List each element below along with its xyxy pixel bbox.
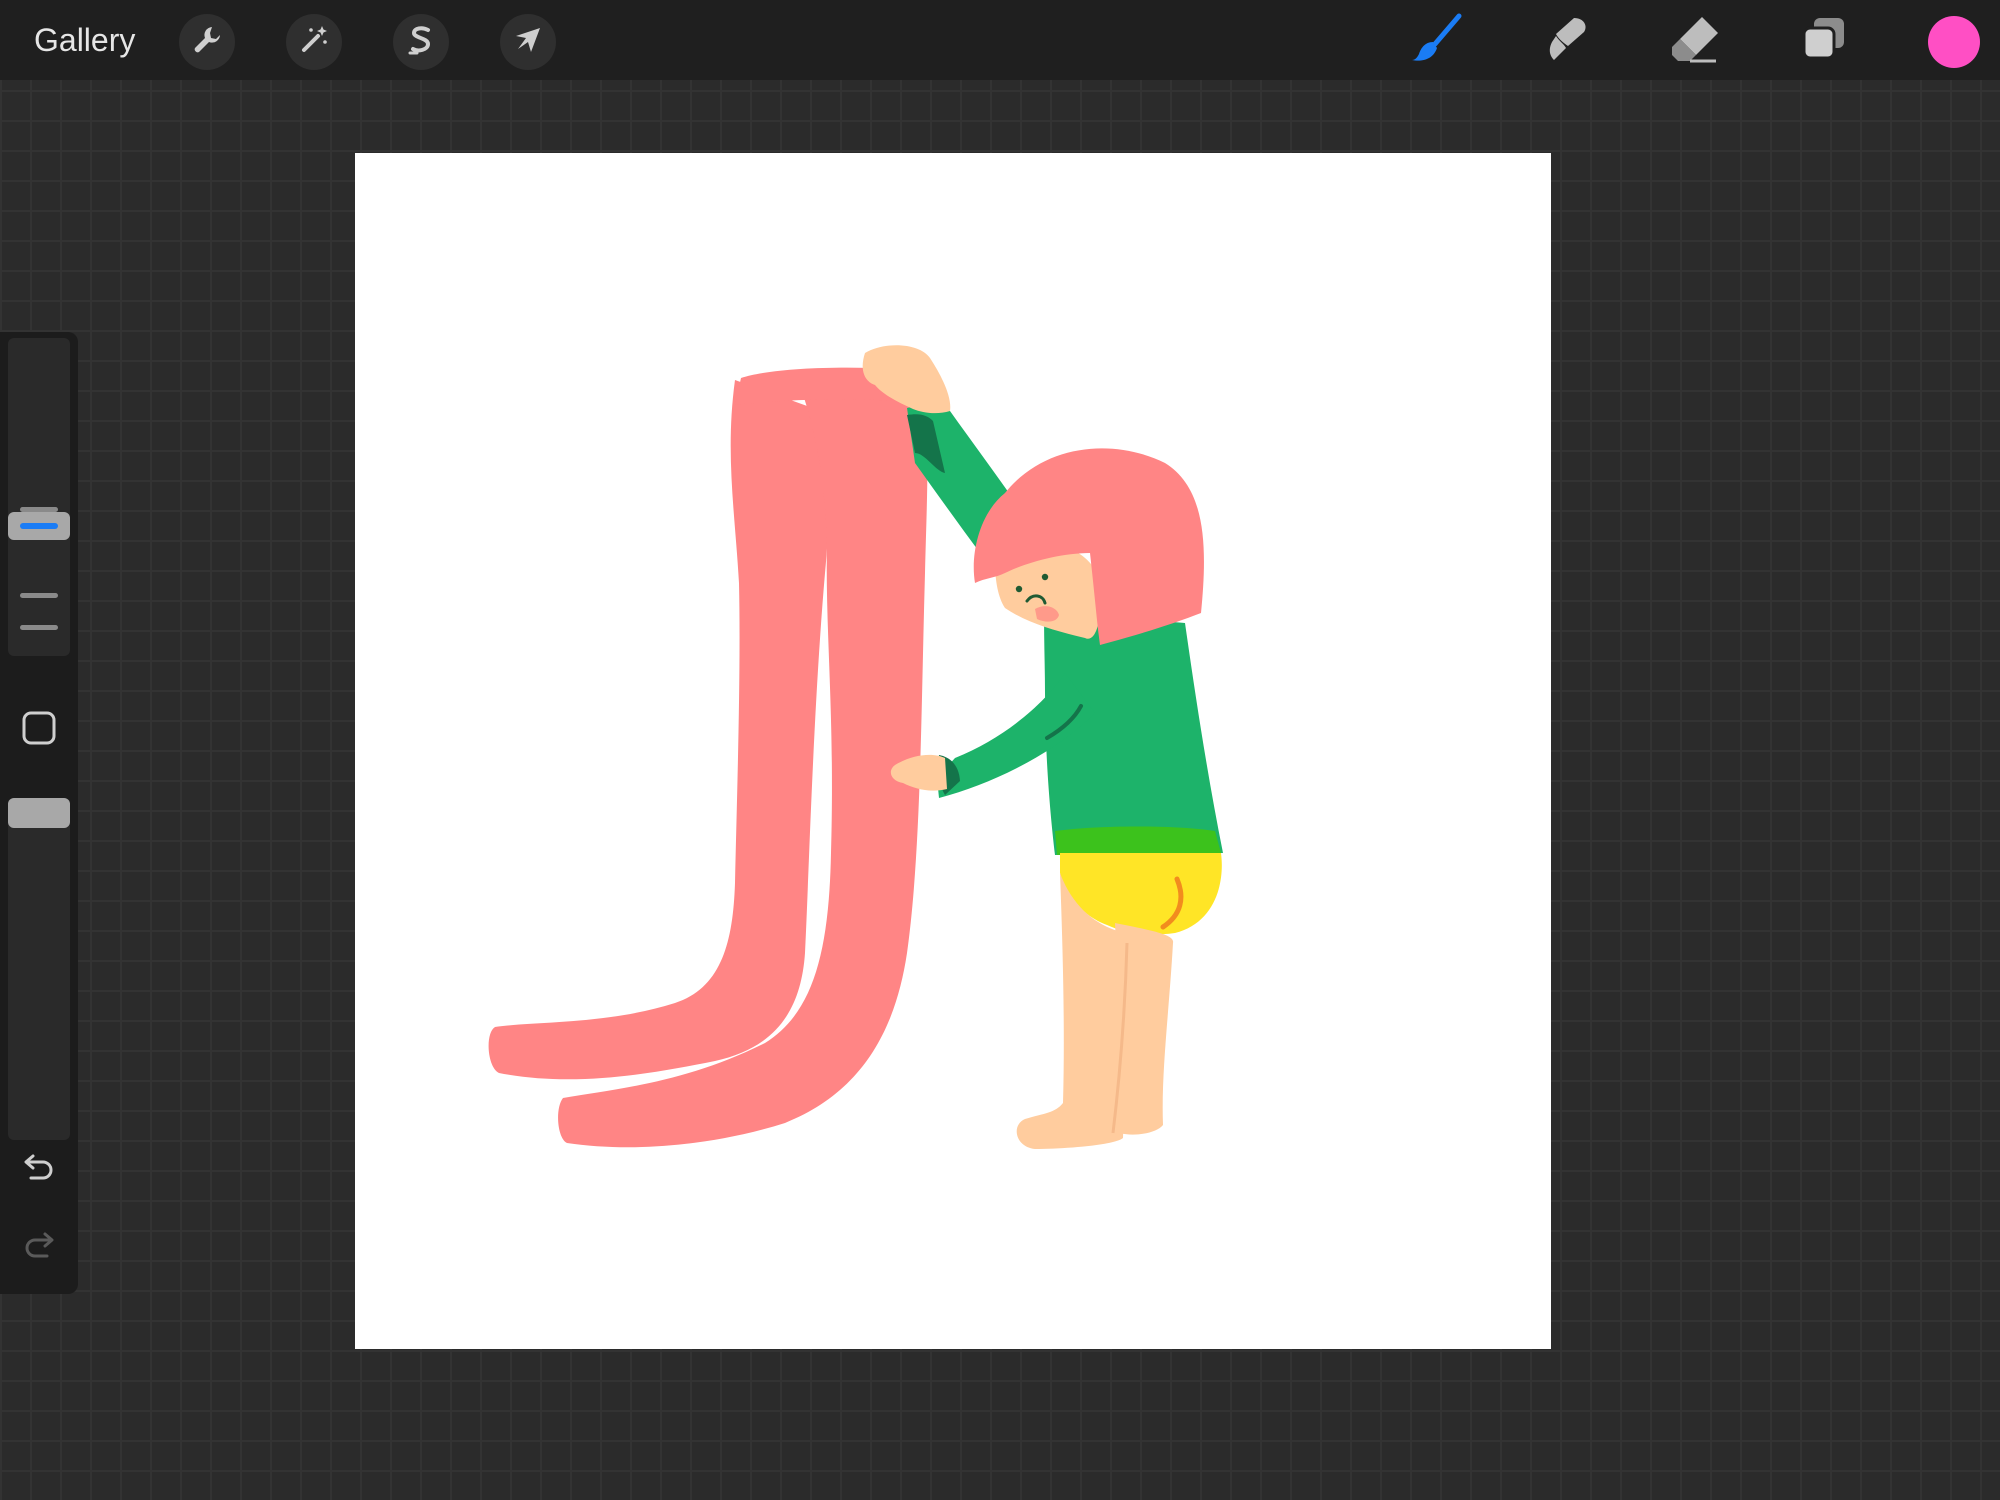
- layers-icon: [1798, 12, 1850, 69]
- arrow-cursor-icon: [511, 23, 545, 62]
- pants-back-leg: [488, 380, 829, 1080]
- brush-size-thumb[interactable]: [8, 512, 70, 540]
- color-picker-swatch[interactable]: [1928, 16, 1980, 68]
- redo-button[interactable]: [19, 1226, 59, 1266]
- undo-icon: [21, 1148, 57, 1189]
- right-eye: [1041, 573, 1049, 581]
- brush-size-slider[interactable]: [8, 338, 70, 656]
- smudge-icon: [1540, 12, 1592, 69]
- top-toolbar: Gallery: [0, 0, 2000, 80]
- gallery-button[interactable]: Gallery: [34, 20, 135, 60]
- slider-tick: [20, 625, 58, 630]
- adjustments-button[interactable]: [286, 14, 342, 70]
- waistband: [1055, 826, 1221, 855]
- magic-wand-icon: [297, 23, 331, 62]
- wrench-icon: [190, 23, 224, 62]
- left-sidebar: [0, 332, 78, 1294]
- brush-size-indicator: [20, 523, 58, 529]
- square-modify-icon: [21, 710, 57, 751]
- artwork-illustration: [488, 345, 1223, 1149]
- redo-icon: [21, 1226, 57, 1267]
- drawing-canvas[interactable]: [355, 153, 1551, 1349]
- undo-button[interactable]: [19, 1148, 59, 1188]
- opacity-thumb[interactable]: [8, 798, 70, 828]
- actions-button[interactable]: [179, 14, 235, 70]
- selection-button[interactable]: [393, 14, 449, 70]
- smudge-tool-button[interactable]: [1536, 12, 1596, 68]
- eraser-icon: [1668, 11, 1722, 70]
- opacity-slider[interactable]: [8, 798, 70, 1140]
- eraser-tool-button[interactable]: [1665, 12, 1725, 68]
- transform-button[interactable]: [500, 14, 556, 70]
- layers-tool-button[interactable]: [1794, 12, 1854, 68]
- modify-button[interactable]: [21, 710, 57, 751]
- selection-s-icon: [404, 23, 438, 62]
- brush-icon: [1409, 10, 1465, 71]
- brush-tool-button[interactable]: [1407, 12, 1467, 68]
- left-eye: [1015, 585, 1023, 593]
- slider-tick: [20, 593, 58, 598]
